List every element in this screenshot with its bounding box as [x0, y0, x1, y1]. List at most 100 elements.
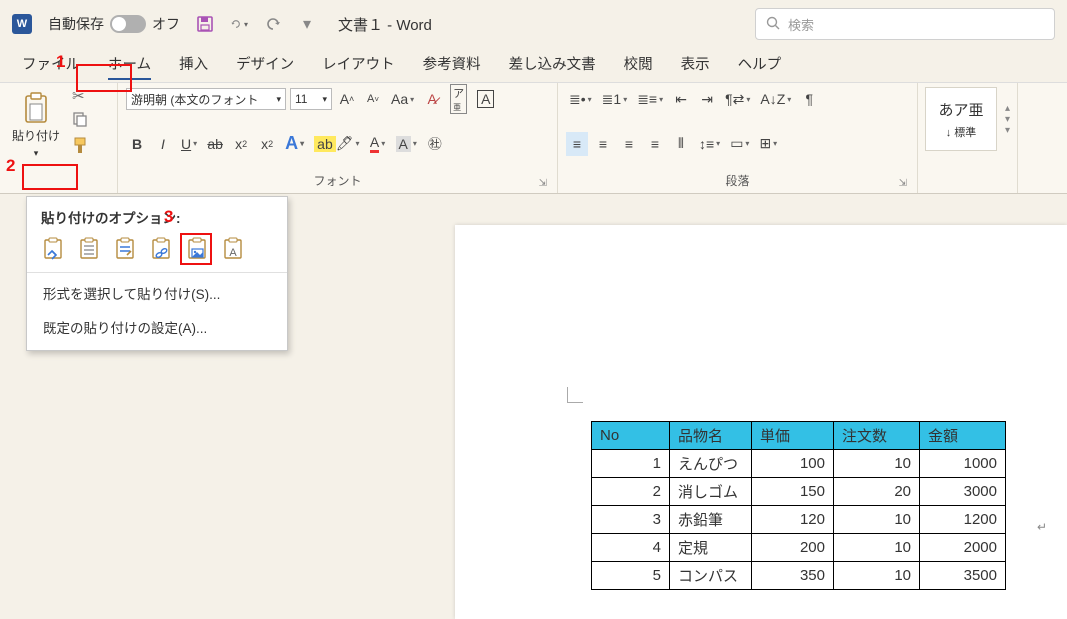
- autosave-label: 自動保存: [48, 14, 104, 34]
- tab-view[interactable]: 表示: [667, 47, 724, 82]
- undo-icon[interactable]: [230, 15, 248, 33]
- tab-review[interactable]: 校閲: [610, 47, 667, 82]
- toggle-switch-icon[interactable]: [110, 15, 146, 33]
- qat-more-icon[interactable]: ▾: [298, 15, 316, 33]
- font-group-label: フォント: [313, 174, 361, 188]
- tab-layout[interactable]: レイアウト: [308, 47, 409, 82]
- save-icon[interactable]: [196, 15, 214, 33]
- th-price[interactable]: 単価: [752, 422, 834, 450]
- style-normal[interactable]: あア亜 ↓ 標準: [925, 87, 997, 151]
- tab-file[interactable]: ファイル: [8, 47, 94, 82]
- multilevel-icon[interactable]: ≣≡: [634, 87, 666, 111]
- clipboard-icon: [21, 91, 51, 127]
- numbering-icon[interactable]: ≣1: [599, 87, 631, 111]
- align-right-icon[interactable]: ≡: [618, 132, 640, 156]
- paste-button[interactable]: 貼り付け: [8, 87, 64, 144]
- font-name-combo[interactable]: 游明朝 (本文のフォント▾: [126, 88, 286, 110]
- word-app-icon: W: [12, 14, 32, 34]
- change-case-icon[interactable]: Aa: [388, 87, 417, 111]
- paste-options-title: 貼り付けのオプション:: [27, 205, 287, 235]
- enclose-char-icon[interactable]: ㊓: [424, 132, 446, 156]
- subscript-button[interactable]: x2: [230, 132, 252, 156]
- paragraph-launcher-icon[interactable]: ⇲: [899, 178, 907, 189]
- strike-button[interactable]: ab: [204, 132, 226, 156]
- align-center-icon[interactable]: ≡: [592, 132, 614, 156]
- bold-button[interactable]: B: [126, 132, 148, 156]
- th-amount[interactable]: 金額: [920, 422, 1006, 450]
- cut-icon[interactable]: ✂: [72, 87, 88, 105]
- copy-icon[interactable]: [72, 111, 88, 131]
- table-row[interactable]: 2消しゴム150203000: [592, 478, 1006, 506]
- styles-up-icon[interactable]: ▴: [1005, 103, 1010, 114]
- superscript-button[interactable]: x2: [256, 132, 278, 156]
- paste-link-icon[interactable]: [149, 237, 173, 261]
- char-border-icon[interactable]: A: [474, 87, 497, 111]
- paste-use-dest-icon[interactable]: [113, 237, 137, 261]
- shrink-font-icon[interactable]: A˅: [362, 87, 384, 111]
- decrease-indent-icon[interactable]: ⇤: [670, 87, 692, 111]
- font-launcher-icon[interactable]: ⇲: [539, 178, 547, 189]
- char-shading-icon[interactable]: A: [393, 132, 420, 156]
- format-painter-icon[interactable]: [72, 137, 88, 159]
- autosave-toggle[interactable]: 自動保存 オフ: [48, 14, 180, 34]
- underline-button[interactable]: U: [178, 132, 200, 156]
- align-left-icon[interactable]: ≡: [566, 132, 588, 156]
- styles-down-icon[interactable]: ▾: [1005, 114, 1010, 125]
- data-table[interactable]: No 品物名 単価 注文数 金額 1えんぴつ100101000 2消しゴム150…: [591, 421, 1006, 590]
- document-title: 文書１ - Word: [338, 14, 432, 35]
- annotation-2: 2: [6, 156, 15, 176]
- paste-keep-source-icon[interactable]: [41, 237, 65, 261]
- phonetic-guide-icon[interactable]: ア亜: [447, 87, 470, 111]
- font-color-icon[interactable]: A: [367, 132, 389, 156]
- clear-format-icon[interactable]: A̷: [421, 87, 443, 111]
- search-input[interactable]: 検索: [755, 8, 1055, 40]
- italic-button[interactable]: I: [152, 132, 174, 156]
- document-page[interactable]: No 品物名 単価 注文数 金額 1えんぴつ100101000 2消しゴム150…: [455, 225, 1067, 619]
- distribute-icon[interactable]: ⫴: [670, 132, 692, 156]
- annotation-1: 1: [56, 52, 65, 72]
- table-row[interactable]: 5コンパス350103500: [592, 562, 1006, 590]
- paste-special-item[interactable]: 形式を選択して貼り付け(S)...: [27, 276, 287, 310]
- show-marks-icon[interactable]: ¶: [798, 87, 820, 111]
- paste-default-item[interactable]: 既定の貼り付けの設定(A)...: [27, 310, 287, 344]
- tab-design[interactable]: デザイン: [222, 47, 308, 82]
- tab-insert[interactable]: 挿入: [165, 47, 222, 82]
- th-qty[interactable]: 注文数: [834, 422, 920, 450]
- paste-dropdown-arrow[interactable]: ▾: [8, 144, 64, 162]
- autosave-state: オフ: [152, 14, 180, 34]
- align-justify-icon[interactable]: ≡: [644, 132, 666, 156]
- tab-mailings[interactable]: 差し込み文書: [495, 47, 610, 82]
- styles-more-icon[interactable]: ▾: [1005, 125, 1010, 136]
- paste-options-menu: 貼り付けのオプション: A 形式を選択して貼り付け(S)... 既定の貼り付けの…: [26, 196, 288, 351]
- grow-font-icon[interactable]: A˄: [336, 87, 358, 111]
- paste-picture-icon[interactable]: [185, 237, 209, 261]
- annotation-3: 3: [164, 207, 173, 227]
- paste-label: 貼り付け: [12, 127, 60, 144]
- paragraph-group-label: 段落: [725, 174, 749, 188]
- table-row[interactable]: 4定規200102000: [592, 534, 1006, 562]
- highlight-icon[interactable]: ab🖊: [311, 132, 362, 156]
- table-row[interactable]: 1えんぴつ100101000: [592, 450, 1006, 478]
- sort-icon[interactable]: A↓Z: [757, 87, 794, 111]
- shading-icon[interactable]: ▭: [727, 132, 752, 156]
- tab-help[interactable]: ヘルプ: [724, 47, 796, 82]
- table-row[interactable]: 3赤鉛筆120101200: [592, 506, 1006, 534]
- text-effects-icon[interactable]: A: [282, 132, 307, 156]
- paragraph-mark-icon: ↵: [1037, 520, 1047, 534]
- svg-text:A: A: [229, 247, 237, 259]
- search-icon: [766, 16, 780, 33]
- th-no[interactable]: No: [592, 422, 670, 450]
- tab-reference[interactable]: 参考資料: [409, 47, 495, 82]
- increase-indent-icon[interactable]: ⇥: [696, 87, 718, 111]
- th-name[interactable]: 品物名: [670, 422, 752, 450]
- tab-home[interactable]: ホーム: [94, 47, 165, 82]
- line-spacing-icon[interactable]: ↕≡: [696, 132, 723, 156]
- bullets-icon[interactable]: ≣•: [566, 87, 595, 111]
- paste-text-only-icon[interactable]: A: [221, 237, 245, 261]
- redo-icon[interactable]: [264, 15, 282, 33]
- font-size-combo[interactable]: 11▾: [290, 88, 332, 110]
- margin-corner-mark: [567, 387, 583, 403]
- borders-icon[interactable]: ⊞: [756, 132, 780, 156]
- paste-merge-icon[interactable]: [77, 237, 101, 261]
- ltr-rtl-icon[interactable]: ¶⇄: [722, 87, 753, 111]
